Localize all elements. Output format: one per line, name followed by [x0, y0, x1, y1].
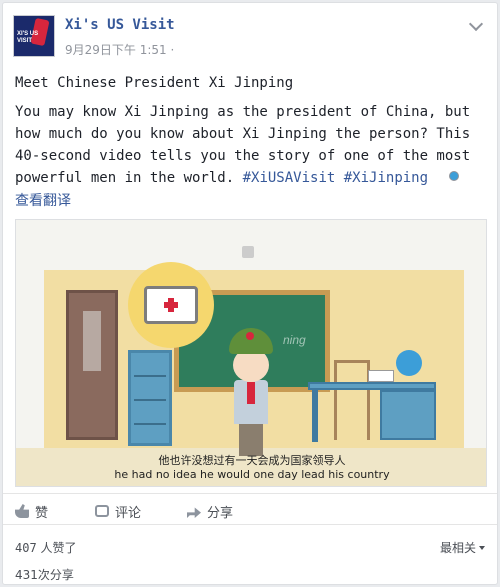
red-star-icon [246, 332, 254, 340]
hashtag-link[interactable]: #XiUSAVisit [243, 170, 336, 186]
share-button[interactable]: 分享 [187, 501, 233, 521]
sort-label: 最相关 [439, 541, 476, 555]
share-label: 分享 [207, 505, 234, 521]
first-aid-kit-icon [144, 286, 198, 324]
post-header: XI'S US VISIT Xi's US Visit 9月29日下午 1:51… [13, 15, 487, 181]
chair-illustration [334, 360, 370, 440]
desk-leg [312, 390, 318, 442]
desk-top [308, 382, 436, 390]
meta-separator: · [170, 43, 175, 57]
red-scarf [247, 382, 255, 404]
page-name-link[interactable]: Xi's US Visit [65, 17, 175, 33]
globe-illustration [396, 350, 422, 376]
post-body: You may know Xi Jinping as the president… [15, 101, 491, 189]
post-title: Meet Chinese President Xi Jinping [15, 75, 294, 91]
chevron-down-icon[interactable] [468, 16, 484, 32]
avatar-text: XI'S US VISIT [17, 31, 39, 44]
subtitle-chinese: 他也许没想过有一天会成为国家领导人 [158, 454, 346, 467]
likes-count: 407 [15, 541, 37, 555]
hashtag-link[interactable]: #XiJinping [344, 170, 428, 186]
action-bar: 赞 评论 分享 [3, 493, 497, 525]
video-player[interactable]: ning 他也许没想过有一天会成为国家领导人 he had no idea he… [15, 219, 487, 487]
door-illustration [66, 290, 118, 440]
book-illustration [368, 370, 394, 382]
thumbs-up-icon [15, 504, 29, 518]
speaker-icon [242, 246, 254, 258]
comment-button[interactable]: 评论 [95, 501, 141, 521]
page-avatar[interactable]: XI'S US VISIT [13, 15, 55, 57]
subtitle-english: he had no idea he would one day lead his… [114, 468, 390, 481]
shares-count[interactable]: 431次分享 [15, 566, 74, 583]
like-label: 赞 [35, 505, 49, 521]
post-timestamp[interactable]: 9月29日下午 1:51 [65, 43, 167, 57]
share-icon [187, 507, 201, 518]
see-translation-link[interactable]: 查看翻译 [15, 190, 71, 210]
board-text: ning [283, 333, 306, 347]
like-button[interactable]: 赞 [15, 501, 48, 521]
post-meta: 9月29日下午 1:51 · [65, 41, 459, 181]
likes-summary[interactable]: 407 人赞了 [15, 539, 77, 556]
comment-label: 评论 [115, 505, 142, 521]
post-card: XI'S US VISIT Xi's US Visit 9月29日下午 1:51… [2, 2, 498, 585]
comment-sort-dropdown[interactable]: 最相关 [440, 539, 485, 556]
desk-drawers [380, 390, 436, 440]
likes-suffix: 人赞了 [36, 541, 77, 555]
comment-icon [95, 505, 109, 517]
caret-down-icon [479, 546, 485, 550]
bookshelf [128, 350, 172, 446]
